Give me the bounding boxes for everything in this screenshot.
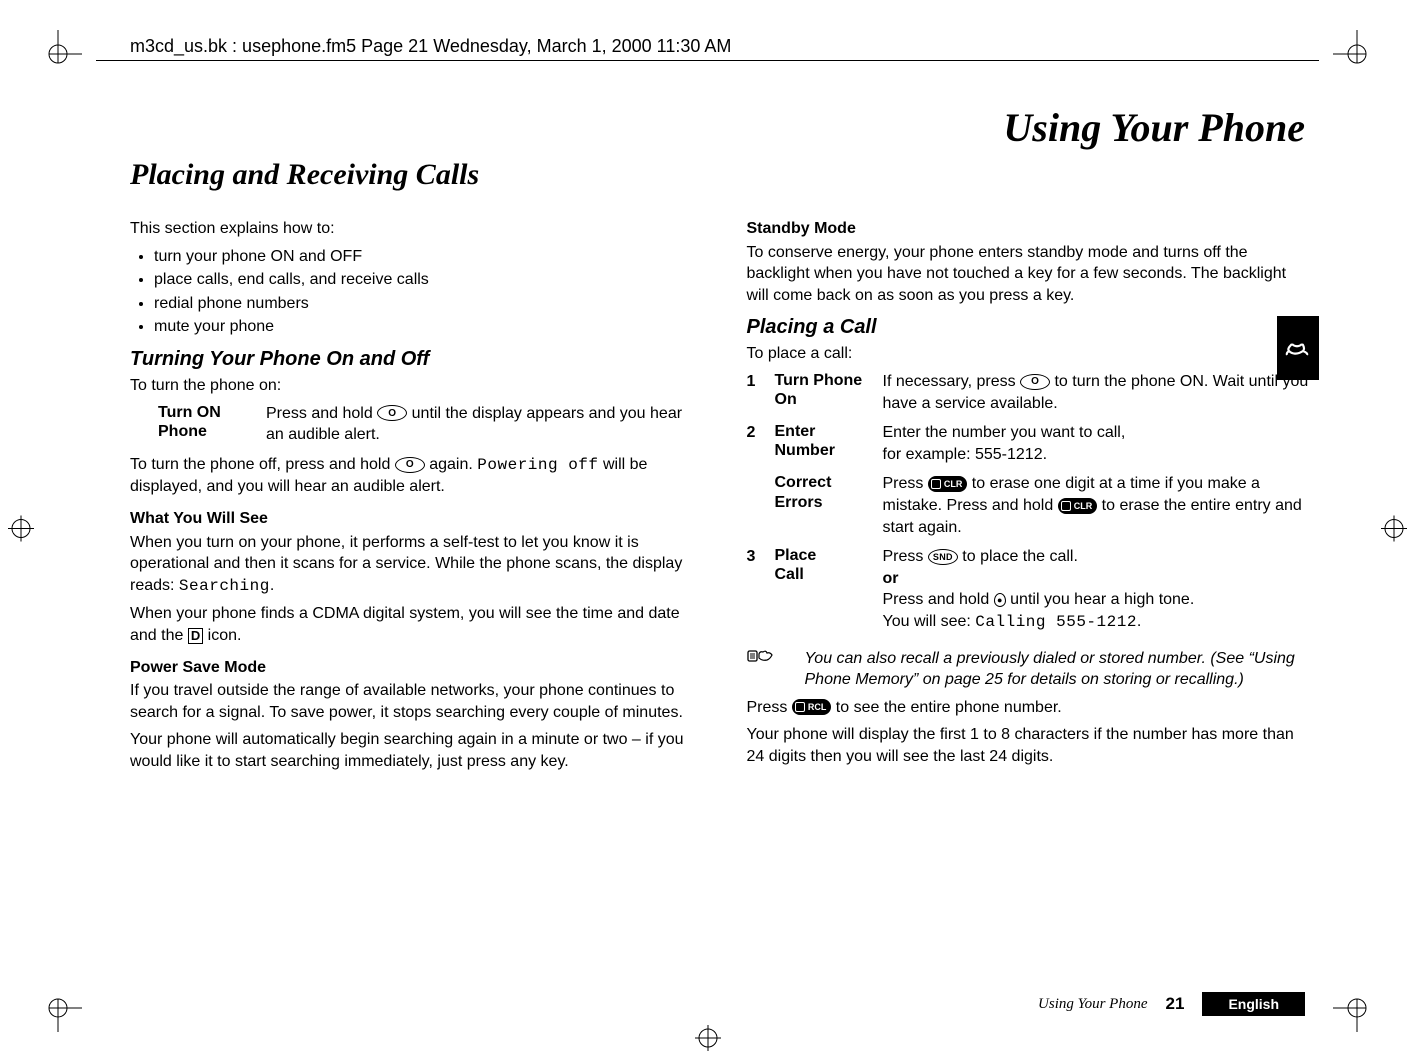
turn-on-step: Turn ON Phone Press and hold O until the… [130, 403, 693, 454]
psm-p2: Your phone will automatically begin sear… [130, 729, 693, 772]
step-row: 2 Enter Number Enter the number you want … [747, 422, 1310, 473]
step-row: 1 Turn PhoneOn If necessary, press O to … [747, 371, 1310, 422]
footer-page-number: 21 [1166, 994, 1185, 1014]
footer-section: Using Your Phone [1038, 996, 1147, 1013]
heading-turning: Turning Your Phone On and Off [130, 346, 693, 373]
heading-standby: Standby Mode [747, 218, 1310, 240]
step-label-line1: Turn Phone [775, 372, 863, 389]
digital-d-icon: D [188, 628, 203, 644]
turn-off-2: again. [429, 456, 477, 473]
step-label-line1: Enter [775, 423, 816, 440]
bullet-item: turn your phone ON and OFF [154, 246, 693, 268]
step3-a: Press [883, 475, 928, 492]
turn-off-p: To turn the phone off, press and hold O … [130, 454, 693, 498]
step4-see: You will see: [883, 613, 976, 630]
turn-on-intro: To turn the phone on: [130, 375, 693, 397]
align-mark-bottom [695, 1025, 721, 1056]
step-num: 2 [747, 422, 775, 473]
last-p: Your phone will display the first 1 to 8… [747, 724, 1310, 767]
step4-see-end: . [1137, 613, 1141, 630]
step-label-line2: Phone [158, 423, 207, 440]
power-key-icon: O [1020, 374, 1050, 390]
rcl-key-icon: RCL [792, 699, 832, 715]
document-title: Using Your Phone [1003, 104, 1305, 151]
standby-p: To conserve energy, your phone enters st… [747, 242, 1310, 307]
align-mark-right [1381, 516, 1407, 547]
step-label-line1: Correct [775, 474, 832, 491]
what-p1: When you turn on your phone, it performs… [130, 532, 693, 598]
clr-key-icon: CLR [928, 476, 968, 492]
left-column: This section explains how to: turn your … [130, 218, 693, 970]
bullet-item: mute your phone [154, 316, 693, 338]
step4-or: or [883, 570, 899, 587]
step1-a: If necessary, press [883, 373, 1021, 390]
step4-c: Press and hold [883, 591, 994, 608]
heading-power-save: Power Save Mode [130, 657, 693, 679]
powering-off-code: Powering off [477, 456, 598, 474]
step2-text: Enter the number you want to call, for e… [883, 422, 1310, 473]
footer-language: English [1202, 992, 1305, 1016]
step-label-line2: Call [775, 566, 804, 583]
step-label-line2: Errors [775, 494, 823, 511]
calling-code: Calling 555-1212 [975, 613, 1137, 631]
crop-mark-tr [1333, 30, 1379, 76]
section-title: Placing and Receiving Calls [130, 158, 479, 192]
placing-steps: 1 Turn Phone On If necessary, press O to … [747, 371, 1310, 642]
step4-d: until you hear a high tone. [1010, 591, 1194, 608]
placing-intro: To place a call: [747, 343, 1310, 365]
see-entire-p: Press RCL to see the entire phone number… [747, 697, 1310, 719]
psm-p1: If you travel outside the range of avail… [130, 680, 693, 723]
step-num: 1 [747, 371, 775, 422]
what-p2: When your phone finds a CDMA digital sys… [130, 603, 693, 646]
body-columns: This section explains how to: turn your … [130, 218, 1309, 970]
crop-mark-tl [36, 30, 82, 76]
what-p2-2: icon. [208, 627, 242, 644]
step-num: 3 [747, 546, 775, 641]
smart-key-icon: ● [994, 593, 1006, 607]
step-label-line2: On [775, 391, 797, 408]
snd-key-icon: SND [928, 549, 958, 565]
step-row: CorrectErrors Press CLR to erase one dig… [747, 473, 1310, 546]
header-slug: m3cd_us.bk : usephone.fm5 Page 21 Wednes… [130, 36, 731, 57]
see-entire-b: to see the entire phone number. [836, 699, 1062, 716]
power-key-icon: O [377, 405, 407, 421]
step-label-line2: Number [775, 442, 835, 459]
turn-on-desc-1: Press and hold [266, 405, 377, 422]
intro-bullets: turn your phone ON and OFF place calls, … [130, 246, 693, 338]
right-column: Standby Mode To conserve energy, your ph… [747, 218, 1310, 970]
heading-placing-call: Placing a Call [747, 314, 1310, 341]
heading-what-you-see: What You Will See [130, 508, 693, 530]
bullet-item: redial phone numbers [154, 293, 693, 315]
bullet-item: place calls, end calls, and receive call… [154, 269, 693, 291]
note-text: You can also recall a previously dialed … [781, 648, 1310, 691]
crop-mark-bl [36, 986, 82, 1032]
header-rule [96, 60, 1319, 61]
page: m3cd_us.bk : usephone.fm5 Page 21 Wednes… [0, 0, 1415, 1062]
what-p1-end: . [270, 577, 274, 594]
step4-b: to place the call. [962, 548, 1078, 565]
see-entire-a: Press [747, 699, 792, 716]
power-key-icon: O [395, 457, 425, 473]
step4-a: Press [883, 548, 928, 565]
footer: Using Your Phone 21 English [1038, 992, 1305, 1016]
searching-code: Searching [179, 577, 270, 595]
clr-key-icon: CLR [1058, 498, 1098, 514]
align-mark-left [8, 516, 34, 547]
crop-mark-br [1333, 986, 1379, 1032]
step-label-line1: Turn ON [158, 404, 221, 421]
note-block: You can also recall a previously dialed … [747, 648, 1310, 691]
note-hand-icon [747, 648, 775, 691]
turn-off-1: To turn the phone off, press and hold [130, 456, 395, 473]
step-row: 3 Place Call Press SND to place the call.… [747, 546, 1310, 641]
intro-text: This section explains how to: [130, 218, 693, 240]
step-label-line1: Place [775, 547, 817, 564]
step-num [747, 473, 775, 546]
